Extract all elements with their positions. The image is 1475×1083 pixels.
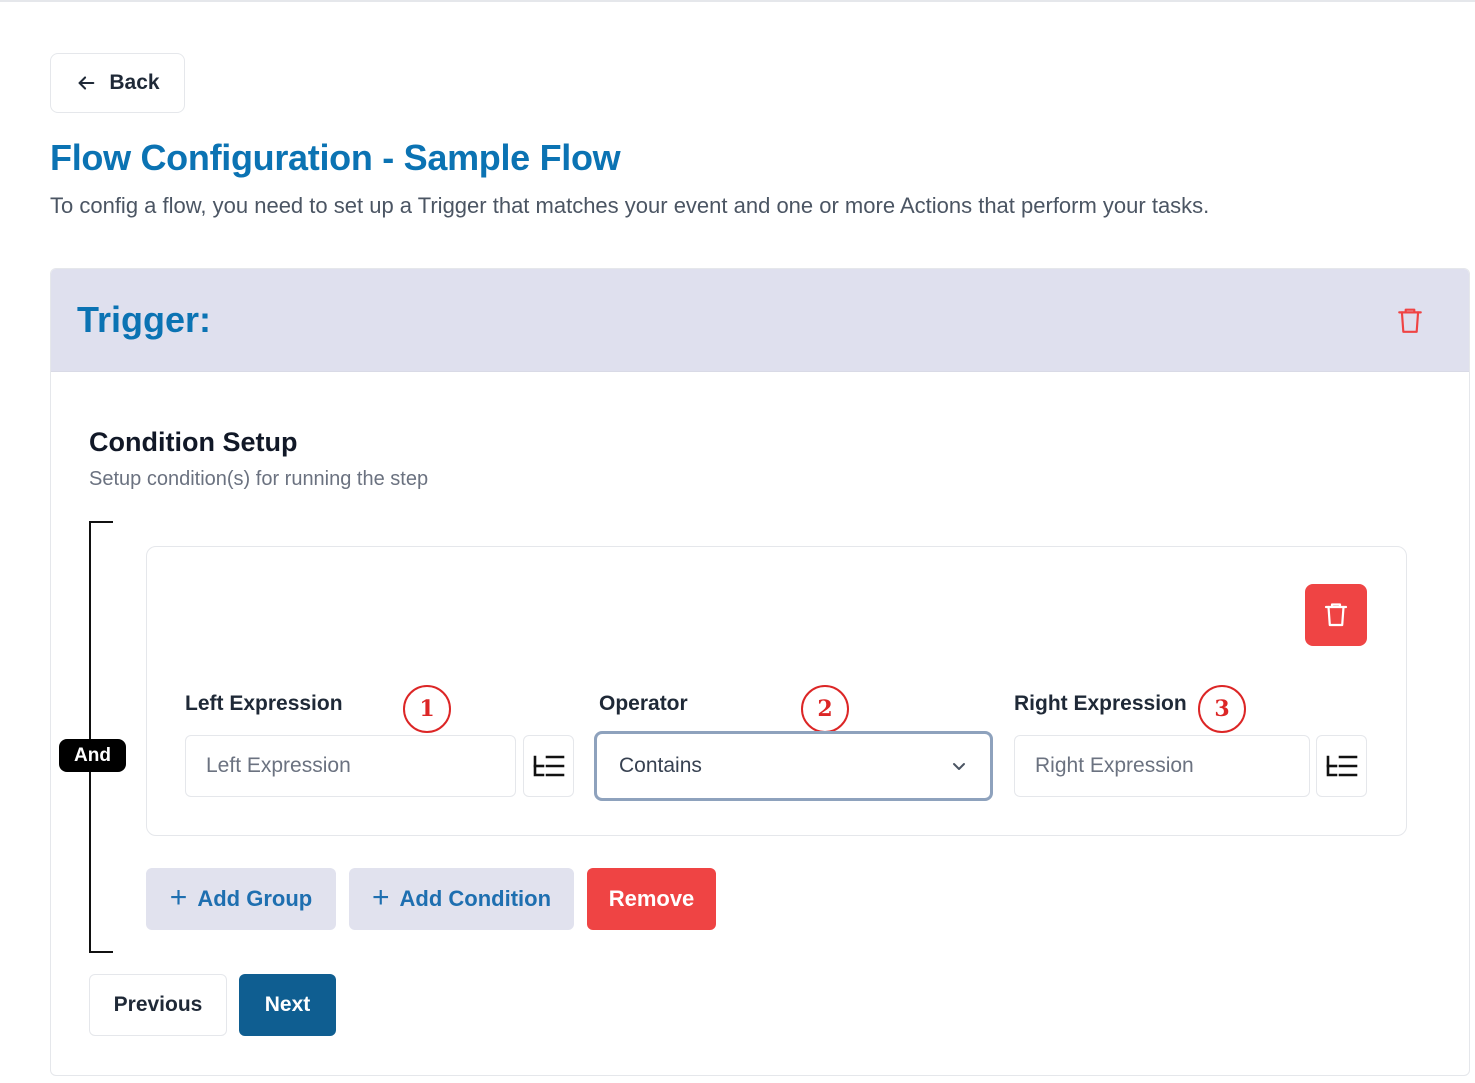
- top-divider: [0, 0, 1475, 2]
- condition-group: Left Expression 1 Operator 2 Contains Ri…: [146, 546, 1407, 836]
- condition-setup-title: Condition Setup: [89, 427, 298, 457]
- next-button[interactable]: Next: [239, 974, 336, 1036]
- operator-select-value: Contains: [619, 754, 702, 777]
- trigger-title: Trigger:: [77, 299, 212, 340]
- previous-button[interactable]: Previous: [89, 974, 227, 1036]
- plus-icon: +: [371, 880, 390, 914]
- callout-1: 1: [403, 685, 451, 733]
- left-expression-picker-button[interactable]: [523, 735, 574, 797]
- trigger-card-header: Trigger:: [51, 269, 1469, 372]
- delete-condition-button[interactable]: [1305, 584, 1367, 646]
- plus-icon: +: [169, 880, 188, 914]
- left-expression-input[interactable]: [185, 735, 516, 797]
- remove-button[interactable]: Remove: [587, 868, 716, 930]
- expression-picker-icon: [533, 755, 564, 777]
- add-group-label: Add Group: [197, 886, 313, 911]
- page-title: Flow Configuration - Sample Flow: [50, 137, 621, 178]
- add-group-button[interactable]: + Add Group: [146, 868, 336, 930]
- expression-picker-icon: [1326, 755, 1357, 777]
- right-expression-picker-button[interactable]: [1316, 735, 1367, 797]
- trash-icon: [1324, 603, 1348, 627]
- back-button-label: Back: [109, 71, 160, 94]
- condition-setup-subtitle: Setup condition(s) for running the step: [89, 468, 429, 490]
- right-expression-label: Right Expression: [1014, 692, 1187, 715]
- operator-label: Operator: [599, 692, 688, 715]
- right-expression-input[interactable]: [1014, 735, 1310, 797]
- logic-operator-badge[interactable]: And: [59, 739, 126, 772]
- page-subtitle: To config a flow, you need to set up a T…: [50, 193, 1210, 218]
- callout-2: 2: [801, 685, 849, 733]
- left-expression-label: Left Expression: [185, 692, 343, 715]
- operator-select[interactable]: Contains: [594, 731, 993, 801]
- chevron-down-icon: [953, 763, 965, 770]
- back-button[interactable]: Back: [50, 53, 185, 113]
- trigger-card: Trigger: Condition Setup Setup condition…: [50, 268, 1470, 1076]
- remove-label: Remove: [608, 886, 695, 911]
- callout-3: 3: [1198, 685, 1246, 733]
- arrow-left-icon: [78, 76, 95, 90]
- add-condition-button[interactable]: + Add Condition: [349, 868, 574, 930]
- add-condition-label: Add Condition: [399, 886, 552, 911]
- logic-bracket: [89, 521, 113, 953]
- trash-icon[interactable]: [1397, 307, 1423, 335]
